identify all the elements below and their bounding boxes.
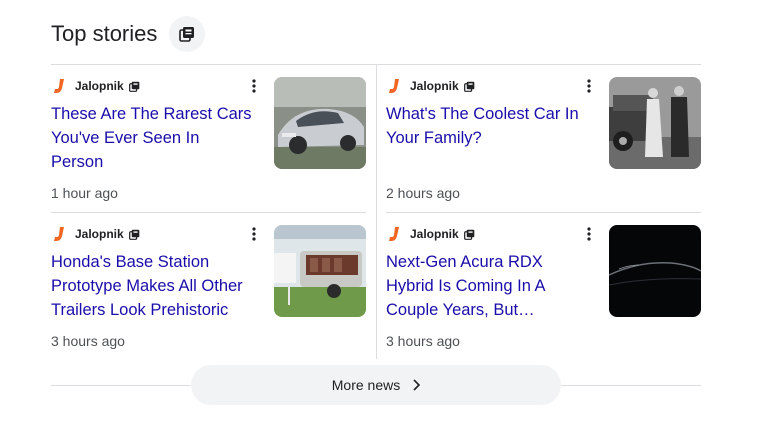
more-options-button[interactable] [582, 225, 596, 243]
top-stories-header: Top stories [51, 14, 206, 54]
news-stack-icon [463, 81, 475, 92]
more-options-button[interactable] [247, 77, 261, 95]
jalopnik-logo-icon [386, 78, 402, 94]
story-headline[interactable]: These Are The Rarest Cars You've Ever Se… [51, 102, 256, 174]
more-news-button[interactable]: More news [191, 365, 561, 405]
three-dots-vertical-icon [587, 79, 591, 93]
source-name: Jalopnik [75, 227, 124, 241]
jalopnik-logo-icon [51, 78, 67, 94]
story-time: 1 hour ago [51, 185, 118, 201]
story-headline[interactable]: What's The Coolest Car In Your Family? [386, 102, 591, 150]
vintage-car-with-people-photo [609, 77, 701, 169]
three-dots-vertical-icon [587, 227, 591, 241]
story-time: 3 hours ago [51, 333, 125, 349]
section-title: Top stories [51, 21, 158, 46]
top-stories-module: Top stories Jalopnik These Are The Rares… [0, 0, 768, 431]
source-name: Jalopnik [75, 79, 124, 93]
story-thumbnail[interactable] [609, 225, 701, 317]
more-options-button[interactable] [247, 225, 261, 243]
news-stack-icon [128, 229, 140, 240]
story-source[interactable]: Jalopnik [386, 226, 475, 242]
news-stack-icon [463, 229, 475, 240]
chevron-right-icon [412, 379, 421, 391]
footer-divider-right [561, 385, 701, 386]
trailer-on-grass-photo [274, 225, 366, 317]
news-stack-icon [179, 27, 195, 42]
story-card[interactable]: Jalopnik What's The Coolest Car In Your … [386, 65, 701, 213]
story-card[interactable]: Jalopnik Next-Gen Acura RDX Hybrid Is Co… [386, 213, 701, 361]
story-headline[interactable]: Honda's Base Station Prototype Makes All… [51, 250, 256, 322]
story-card[interactable]: Jalopnik These Are The Rarest Cars You'v… [51, 65, 366, 213]
three-dots-vertical-icon [252, 79, 256, 93]
story-headline[interactable]: Next-Gen Acura RDX Hybrid Is Coming In A… [386, 250, 591, 322]
news-stack-icon [128, 81, 140, 92]
source-name: Jalopnik [410, 227, 459, 241]
story-thumbnail[interactable] [274, 225, 366, 317]
story-source[interactable]: Jalopnik [51, 226, 140, 242]
story-time: 3 hours ago [386, 333, 460, 349]
dark-suv-silhouette-photo [609, 225, 701, 317]
footer-divider-left [51, 385, 191, 386]
more-news-label: More news [331, 377, 401, 393]
story-time: 2 hours ago [386, 185, 460, 201]
jalopnik-logo-icon [51, 226, 67, 242]
story-source[interactable]: Jalopnik [386, 78, 475, 94]
story-card[interactable]: Jalopnik Honda's Base Station Prototype … [51, 213, 366, 361]
more-options-button[interactable] [582, 77, 596, 95]
silver-supercar-photo [274, 77, 366, 169]
story-source[interactable]: Jalopnik [51, 78, 140, 94]
story-thumbnail[interactable] [609, 77, 701, 169]
source-name: Jalopnik [410, 79, 459, 93]
jalopnik-logo-icon [386, 226, 402, 242]
news-stack-button[interactable] [169, 16, 206, 52]
three-dots-vertical-icon [252, 227, 256, 241]
column-divider [376, 65, 377, 359]
story-thumbnail[interactable] [274, 77, 366, 169]
